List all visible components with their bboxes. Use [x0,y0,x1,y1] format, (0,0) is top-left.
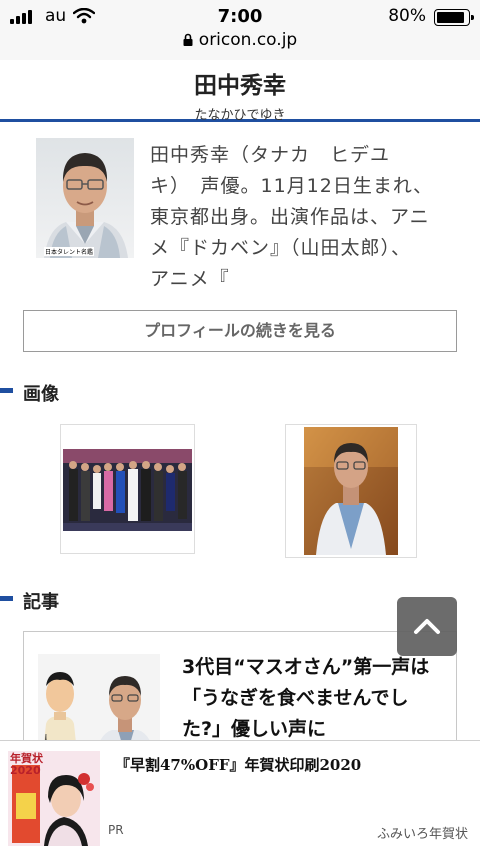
url-text: oricon.co.jp [198,30,298,50]
profile-line: キ） 声優。11月12日生まれ、 [150,175,434,197]
profile-line: 東京都出身。出演作品は、アニ [150,206,430,228]
images-heading-label: 画像 [23,384,59,405]
battery-percent: 80% [388,6,426,26]
image-thumbnail-portrait[interactable] [285,424,417,558]
profile-line: 田中秀幸（タナカ ヒデユ [150,144,391,166]
profile-line: メ『ドカベン』（山田太郎）、 [150,237,412,259]
url-bar[interactable]: oricon.co.jp [0,30,480,50]
chevron-up-icon [414,619,440,634]
page-header: 田中秀幸 たなかひでゆき [0,60,480,123]
name-reading: たなかひでゆき [194,108,286,123]
heading-accent [0,388,13,393]
page-title: 田中秀幸 [194,73,286,99]
battery-icon [434,9,474,26]
scroll-to-top-button[interactable] [397,597,457,656]
profile-photo: 日本タレント名鑑 [36,138,134,258]
status-bar: au 7:00 80% oricon.co.jp [0,0,480,60]
ad-pr-label: PR [108,823,124,837]
ad-banner[interactable]: 年賀状 2020 『早割47%OFF』年賀状印刷2020 PR ふみいろ年賀状 [0,740,480,852]
image-thumbnail-group[interactable] [60,424,195,554]
profile-line: アニメ『 [150,268,230,290]
ad-image: 年賀状 2020 [8,751,100,846]
lock-icon [183,33,193,46]
heading-accent [0,596,13,601]
photo-credit: 日本タレント名鑑 [44,247,95,256]
profile-more-button[interactable]: プロフィールの続きを見る [23,310,457,352]
ad-sponsor: ふみいろ年賀状 [376,827,468,842]
ad-image-text: 年賀状 2020 [10,752,43,777]
ad-title: 『早割47%OFF』年賀状印刷2020 [115,756,362,774]
articles-heading-label: 記事 [23,592,59,613]
profile-summary: 田中秀幸（タナカ ヒデユ キ） 声優。11月12日生まれ、 東京都出身。出演作品… [150,140,450,295]
article-title: 3代目“マスオさん”第一声は「うなぎを食べませんでした?」優しい声に [182,656,430,740]
